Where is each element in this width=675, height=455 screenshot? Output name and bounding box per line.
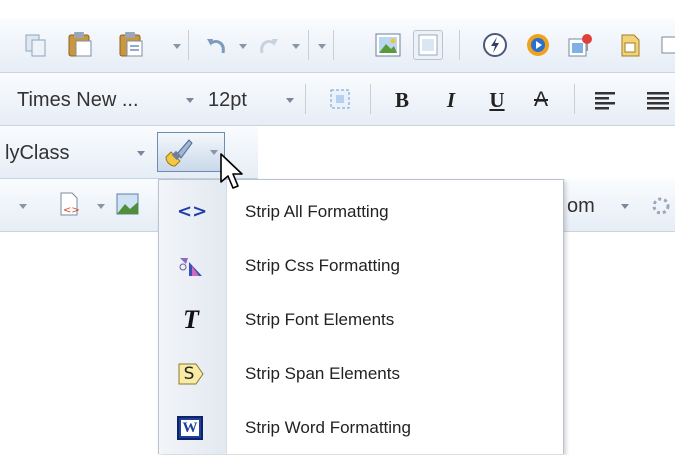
word-logo-letter: W: [181, 420, 199, 436]
dropdown-arrow[interactable]: [19, 204, 27, 209]
separator: [188, 30, 189, 60]
italic-button[interactable]: I: [437, 86, 465, 114]
word-logo-icon: W: [177, 416, 203, 440]
toolbar-row-1: [0, 18, 675, 73]
code-brackets-icon: <>: [177, 201, 208, 222]
separator: [305, 84, 306, 114]
strip-span-elements-item[interactable]: S Strip Span Elements: [159, 347, 563, 401]
redo-dropdown-arrow[interactable]: [292, 44, 300, 49]
menu-item-label: Strip Font Elements: [245, 310, 395, 329]
align-center-icon[interactable]: [644, 86, 672, 114]
span-tag-icon: S: [177, 360, 205, 388]
menu-item-label: Strip Span Elements: [245, 364, 400, 383]
font-name-dropdown[interactable]: Times New ...: [10, 84, 200, 114]
zoom-dropdown[interactable]: om: [564, 190, 642, 220]
image-manager-icon[interactable]: [374, 31, 402, 59]
chevron-down-icon[interactable]: [286, 98, 294, 103]
strip-font-elements-item[interactable]: T Strip Font Elements: [159, 293, 563, 347]
flash-manager-icon[interactable]: [481, 31, 509, 59]
menu-item-label: Strip Word Formatting: [245, 418, 411, 437]
zoom-value: om: [567, 195, 595, 217]
insert-snippet-icon[interactable]: <>: [55, 190, 83, 218]
svg-text:<>: <>: [63, 205, 80, 216]
document-manager-icon[interactable]: [566, 31, 594, 59]
separator: [370, 84, 371, 114]
table-select-icon[interactable]: [326, 85, 354, 113]
css-strip-icon: [177, 252, 205, 280]
module-manager-icon[interactable]: [647, 192, 675, 220]
strikethrough-button[interactable]: A: [527, 86, 555, 114]
media-manager-icon[interactable]: [524, 31, 552, 59]
strip-all-formatting-item[interactable]: <> Strip All Formatting: [159, 185, 563, 239]
chevron-down-icon[interactable]: [621, 204, 629, 209]
font-name-value: Times New ...: [17, 89, 139, 111]
menu-item-label: Strip All Formatting: [245, 202, 389, 221]
chevron-down-icon[interactable]: [186, 98, 194, 103]
separator: [308, 30, 309, 60]
chevron-down-icon[interactable]: [210, 150, 218, 155]
undo-dropdown-arrow[interactable]: [239, 44, 247, 49]
underline-button[interactable]: U: [483, 86, 511, 114]
format-stripper-button[interactable]: [157, 132, 225, 172]
dropdown-arrow[interactable]: [97, 204, 105, 209]
css-class-value: lyClass: [5, 142, 70, 164]
css-class-dropdown[interactable]: lyClass: [0, 137, 150, 167]
separator: [574, 84, 575, 114]
paste-dropdown-arrow[interactable]: [173, 44, 181, 49]
image-map-icon[interactable]: [114, 190, 142, 218]
paste-icon[interactable]: [66, 30, 94, 58]
font-t-icon: T: [183, 305, 199, 334]
menu-item-label: Strip Css Formatting: [245, 256, 400, 275]
undo-icon[interactable]: [203, 31, 231, 59]
font-size-value: 12pt: [208, 89, 247, 111]
redo-icon[interactable]: [254, 31, 282, 59]
strip-formatting-menu: <> Strip All Formatting Strip Css Format…: [158, 179, 564, 454]
insert-link-icon[interactable]: [660, 31, 675, 59]
strip-css-formatting-item[interactable]: Strip Css Formatting: [159, 239, 563, 293]
bold-button[interactable]: B: [388, 86, 416, 114]
separator: [459, 30, 460, 60]
font-size-dropdown[interactable]: 12pt: [201, 84, 297, 114]
chevron-down-icon[interactable]: [137, 151, 145, 156]
paste-special-icon[interactable]: [117, 30, 145, 58]
mouse-cursor-icon: [219, 152, 245, 192]
brush-icon: [162, 136, 194, 168]
strip-word-formatting-item[interactable]: W Strip Word Formatting: [159, 401, 563, 455]
separator: [333, 30, 334, 60]
template-manager-icon[interactable]: [413, 30, 443, 60]
copy-icon[interactable]: [22, 31, 50, 59]
page-properties-icon[interactable]: [616, 31, 644, 59]
history-dropdown-arrow[interactable]: [318, 44, 326, 49]
span-tag-letter: S: [183, 364, 195, 384]
align-left-icon[interactable]: [592, 86, 620, 114]
